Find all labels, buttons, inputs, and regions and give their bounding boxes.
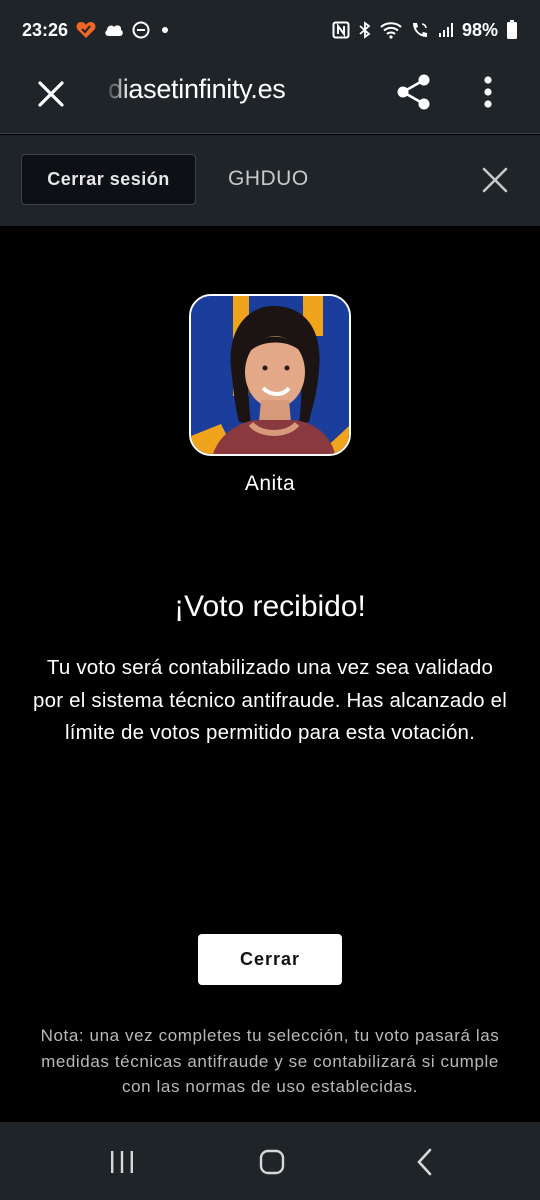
- candidate-avatar: [189, 294, 351, 456]
- battery-icon: [507, 20, 517, 39]
- candidate-name: Anita: [244, 472, 296, 495]
- logout-button[interactable]: Cerrar sesión: [21, 154, 196, 205]
- status-left: 23:26: [22, 20, 172, 41]
- url-text[interactable]: diasetinfinity.es: [108, 74, 286, 105]
- close-icon[interactable]: [34, 77, 68, 111]
- vote-confirmation: Anita ¡Voto recibido! Tu voto será conta…: [0, 226, 540, 1122]
- status-right: 98%: [332, 20, 518, 41]
- recents-icon[interactable]: [108, 1148, 136, 1176]
- vote-title: ¡Voto recibido!: [174, 590, 366, 623]
- more-vert-icon[interactable]: [476, 72, 500, 112]
- wifi-calling-icon: [412, 23, 427, 37]
- close-icon[interactable]: [482, 167, 508, 193]
- user-code: GHDUO: [228, 167, 309, 190]
- home-icon[interactable]: [258, 1148, 286, 1176]
- dating-app-heart-icon: [76, 22, 96, 38]
- battery-percent: 98%: [461, 19, 498, 40]
- bluetooth-icon: [359, 21, 371, 39]
- url-fade: [104, 70, 130, 116]
- session-bar: Cerrar sesión GHDUO: [0, 135, 540, 226]
- candidate-photo: [191, 296, 349, 454]
- signal-icon: [438, 23, 453, 37]
- dot-icon: [162, 27, 169, 33]
- wifi-icon: [380, 22, 402, 39]
- do-not-disturb-icon: [132, 21, 150, 39]
- cloud-icon: [105, 25, 123, 36]
- navigation-bar: [0, 1122, 540, 1200]
- status-bar: 23:26 98%: [0, 0, 540, 60]
- back-icon[interactable]: [412, 1148, 438, 1176]
- close-button[interactable]: Cerrar: [198, 934, 342, 985]
- share-icon[interactable]: [394, 72, 434, 112]
- browser-toolbar: diasetinfinity.es: [0, 60, 540, 134]
- vote-message: Tu voto será contabilizado una vez sea v…: [33, 656, 507, 744]
- nfc-icon: [332, 21, 350, 39]
- note-text: Nota: una vez completes tu selección, tu…: [40, 1026, 500, 1096]
- status-time: 23:26: [22, 19, 69, 40]
